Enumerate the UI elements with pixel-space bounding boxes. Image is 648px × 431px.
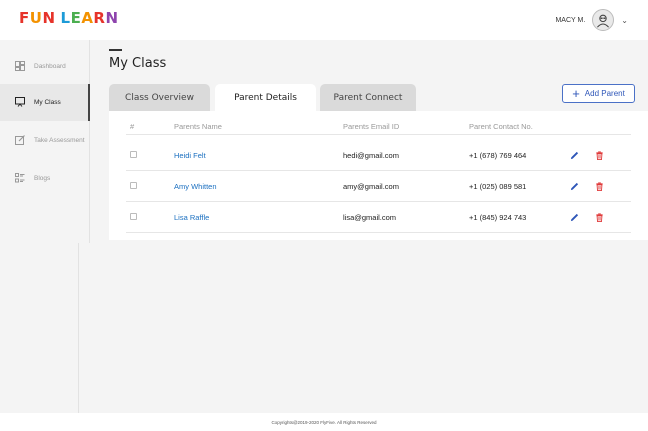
header-contact: Parent Contact No.: [469, 122, 533, 131]
parent-email: amy@gmail.com: [343, 181, 399, 191]
user-name: MACY M.: [555, 16, 586, 24]
parent-name-link[interactable]: Lisa Raffle: [174, 213, 343, 222]
parent-email: hedi@gmail.com: [343, 150, 399, 160]
add-parent-button[interactable]: + Add Parent: [562, 84, 635, 103]
trash-icon[interactable]: [595, 181, 604, 191]
parent-name-link[interactable]: Amy Whitten: [174, 182, 343, 191]
edit-icon: [15, 134, 25, 147]
sidebar-item-dashboard[interactable]: Dashboard: [0, 48, 90, 85]
header-name: Parents Name: [174, 122, 222, 131]
parent-name-link[interactable]: Heidi Felt: [174, 151, 343, 160]
user-menu[interactable]: MACY M. ⌄: [555, 9, 628, 31]
sidebar-item-take-assessment[interactable]: Take Assessment: [0, 122, 90, 159]
add-parent-label: Add Parent: [584, 89, 625, 98]
sidebar-divider: [78, 243, 79, 413]
sidebar-item-blogs[interactable]: Blogs: [0, 160, 90, 197]
pencil-icon[interactable]: [570, 182, 579, 191]
parents-table: # Parents Name Parents Email ID Parent C…: [109, 111, 648, 240]
table-row: Lisa Raffle lisa@gmail.com +1 (845) 924 …: [126, 202, 631, 233]
trash-icon[interactable]: [595, 212, 604, 222]
sidebar-item-label: Blogs: [34, 175, 51, 182]
sidebar-item-label: Take Assessment: [34, 137, 85, 144]
parent-phone: +1 (845) 924 743: [469, 212, 527, 222]
table-header: # Parents Name Parents Email ID Parent C…: [126, 119, 631, 135]
row-checkbox[interactable]: [130, 181, 137, 189]
trash-icon[interactable]: [595, 150, 604, 160]
copyright-text: Copyrights@2019-2020 FlyFive. All Rights…: [271, 419, 377, 425]
parent-phone: +1 (025) 089 581: [469, 181, 527, 191]
table-row: Heidi Felt hedi@gmail.com +1 (678) 769 4…: [126, 140, 631, 171]
header-email: Parents Email ID: [343, 122, 400, 131]
page-title: My Class: [109, 56, 167, 71]
pencil-icon[interactable]: [570, 213, 579, 222]
parent-email: lisa@gmail.com: [343, 212, 397, 222]
plus-icon: +: [572, 86, 580, 101]
avatar: [592, 9, 615, 31]
sidebar-item-my-class[interactable]: My Class: [0, 84, 90, 121]
sidebar-item-label: My Class: [34, 99, 61, 106]
table-row: Amy Whitten amy@gmail.com +1 (025) 089 5…: [126, 171, 631, 202]
monitor-icon: [15, 96, 25, 109]
sidebar: Dashboard My Class Take Assessment Blogs: [0, 40, 90, 243]
tab-class-overview[interactable]: Class Overview: [109, 84, 210, 111]
fun-learn-logo[interactable]: FUN LEARN: [19, 9, 119, 27]
sidebar-item-label: Dashboard: [34, 63, 66, 70]
pencil-icon[interactable]: [570, 151, 579, 160]
tab-parent-connect[interactable]: Parent Connect: [320, 84, 416, 111]
top-bar: FUN LEARN MACY M. ⌄: [0, 0, 648, 40]
dashboard-icon: [15, 60, 25, 73]
footer: Copyrights@2019-2020 FlyFive. All Rights…: [0, 413, 648, 431]
header-index: #: [130, 122, 135, 131]
row-checkbox[interactable]: [130, 212, 137, 220]
parent-phone: +1 (678) 769 464: [469, 150, 527, 160]
tab-parent-details[interactable]: Parent Details: [215, 84, 316, 111]
row-checkbox[interactable]: [130, 150, 137, 158]
list-icon: [15, 172, 25, 185]
title-accent: [109, 49, 122, 51]
chevron-down-icon[interactable]: ⌄: [621, 16, 628, 25]
